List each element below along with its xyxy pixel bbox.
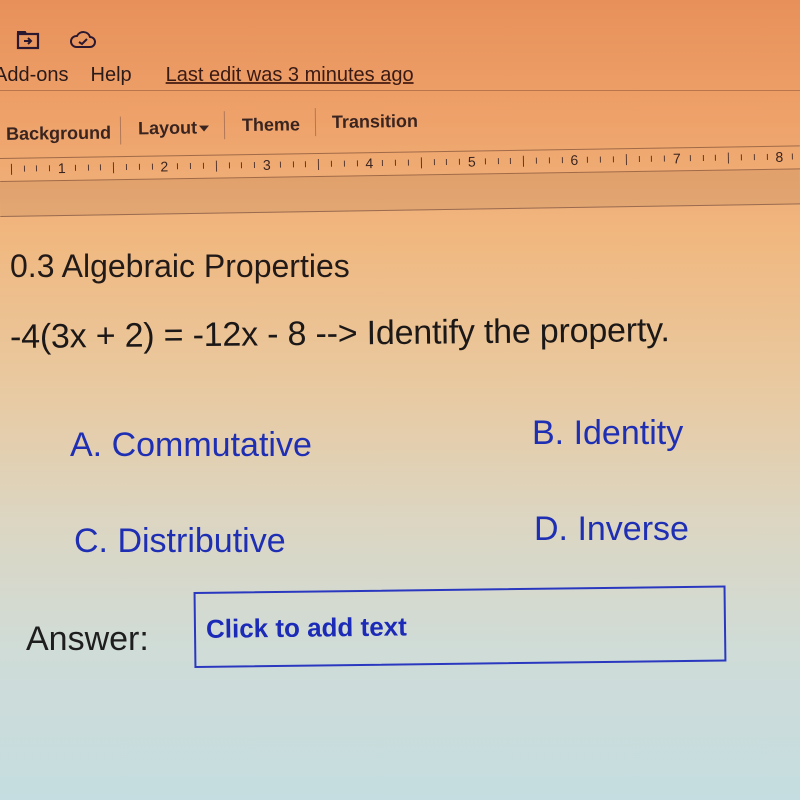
ruler-tick <box>664 155 666 162</box>
ruler-tick <box>74 164 76 171</box>
ruler-tick <box>728 152 730 164</box>
ruler-tick <box>87 164 89 171</box>
ruler-tick <box>318 158 320 171</box>
ruler-tick <box>535 157 538 164</box>
ruler-number: 6 <box>570 151 579 169</box>
ruler-number: 2 <box>160 158 169 175</box>
layout-button[interactable]: Layout <box>137 117 210 139</box>
ruler-tick <box>254 161 256 169</box>
ruler-tick <box>356 160 358 167</box>
chevron-down-icon <box>199 125 210 132</box>
slide-title[interactable]: 0.3 Algebraic Properties <box>10 248 350 285</box>
ruler-number: 8 <box>775 148 784 165</box>
answer-label: Answer: <box>26 620 149 658</box>
ruler-tick <box>395 159 397 166</box>
toolbar: Background Layout Theme Transition <box>0 98 800 148</box>
ruler-tick <box>599 156 602 163</box>
layout-label: Layout <box>137 117 198 139</box>
ruler-tick <box>638 155 640 162</box>
ruler-number: 4 <box>365 155 374 172</box>
ruler-tick <box>702 154 704 161</box>
toolbar-separator <box>119 116 122 145</box>
ruler-tick <box>113 162 115 174</box>
toolbar-separator <box>223 111 226 140</box>
ruler-tick <box>792 153 794 160</box>
menu-add-ons[interactable]: Add-ons <box>0 64 69 87</box>
ruler-tick <box>215 160 217 172</box>
ruler-number: 5 <box>467 153 476 170</box>
ruler-tick <box>766 153 768 160</box>
menubar: Add-ons Help Last edit was 3 minutes ago <box>0 0 800 100</box>
option-a[interactable]: A. Commutative <box>70 426 312 465</box>
ruler-tick <box>510 157 512 164</box>
ruler-tick <box>484 158 486 165</box>
ruler-tick <box>382 159 384 166</box>
ruler-number: 1 <box>57 159 66 177</box>
ruler-tick <box>497 158 499 165</box>
option-b[interactable]: B. Identity <box>532 414 683 453</box>
ruler-tick <box>279 161 281 168</box>
ruler-tick <box>177 163 179 170</box>
ruler-tick <box>36 165 38 172</box>
ruler-tick <box>151 163 153 170</box>
ruler-tick <box>625 154 627 166</box>
ruler-tick <box>689 155 691 162</box>
ruler-tick <box>228 162 230 169</box>
ruler-tick <box>23 165 25 172</box>
cloud-saved-icon[interactable] <box>70 30 96 50</box>
question-text[interactable]: -4(3x + 2) = -12x - 8 --> Identify the p… <box>10 311 670 357</box>
ruler-tick <box>740 154 743 161</box>
toolbar-separator <box>314 108 317 137</box>
header-icons <box>16 30 96 50</box>
ruler-tick <box>343 160 345 167</box>
option-d[interactable]: D. Inverse <box>534 510 689 549</box>
ruler-tick <box>49 165 51 172</box>
ruler-tick <box>612 156 614 163</box>
ruler-tick <box>561 157 563 164</box>
menu-help[interactable]: Help <box>91 64 132 87</box>
ruler-number: 3 <box>262 156 271 173</box>
ruler-tick <box>330 160 333 167</box>
option-c[interactable]: C. Distributive <box>74 522 286 561</box>
ruler-tick <box>433 159 435 166</box>
ruler-tick <box>651 155 653 162</box>
slide-canvas: 0.3 Algebraic Properties -4(3x + 2) = -1… <box>0 220 800 800</box>
ruler-tick <box>459 158 461 165</box>
ruler-tick <box>100 164 102 171</box>
ruler-tick <box>305 161 307 168</box>
transition-button[interactable]: Transition <box>332 111 418 133</box>
last-edit-link[interactable]: Last edit was 3 minutes ago <box>166 64 414 87</box>
ruler-tick <box>125 164 128 171</box>
ruler-tick <box>420 157 422 169</box>
answer-text-box[interactable]: Click to add text <box>193 585 727 668</box>
ruler-tick <box>407 159 409 166</box>
ruler-tick <box>190 162 192 170</box>
ruler-tick <box>753 154 755 161</box>
move-to-folder-icon[interactable] <box>16 30 40 50</box>
ruler-number: 7 <box>672 150 681 167</box>
answer-placeholder: Click to add text <box>205 611 407 644</box>
menu-items: Add-ons Help Last edit was 3 minutes ago <box>0 64 414 87</box>
menubar-divider <box>0 90 800 91</box>
ruler-tick <box>715 154 717 161</box>
ruler-tick <box>548 157 550 164</box>
ruler-tick <box>241 162 243 169</box>
ruler-tick <box>292 161 294 168</box>
ruler-tick <box>138 163 140 170</box>
ruler-tick <box>587 156 589 163</box>
ruler-tick <box>523 155 525 167</box>
ruler-tick <box>446 158 448 165</box>
ruler-tick <box>202 162 204 169</box>
theme-button[interactable]: Theme <box>242 114 300 136</box>
ruler-tick <box>10 163 12 175</box>
background-button[interactable]: Background <box>6 123 111 145</box>
